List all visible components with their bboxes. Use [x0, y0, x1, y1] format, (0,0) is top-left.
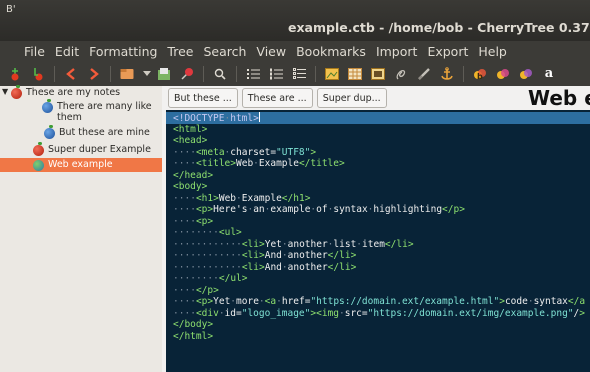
text-a-icon[interactable]: a — [542, 67, 556, 81]
export-icon[interactable] — [157, 67, 171, 81]
tree-node-these-are-mine[interactable]: But these are mine — [44, 125, 150, 139]
code-line: <body> — [173, 181, 208, 192]
toolbar: b a — [0, 61, 590, 86]
globe-icon — [33, 160, 44, 171]
numbered-list-icon[interactable] — [269, 67, 283, 81]
dropdown-icon[interactable] — [143, 67, 151, 81]
toolbar-separator — [203, 65, 204, 82]
go-forward-icon[interactable] — [87, 67, 101, 81]
code-line: ············<li>Yet·another·list·item</l… — [173, 238, 414, 250]
toolbar-separator — [463, 65, 464, 82]
breadcrumb: But these ... These are ... Super dup... — [168, 88, 387, 108]
bold-icon[interactable]: b — [473, 67, 487, 81]
tree-node-label: But these are mine — [59, 127, 150, 138]
tree-node-web-example[interactable]: Web example — [0, 158, 162, 172]
tree-node-label: These are my notes — [26, 87, 121, 98]
title-bar: B' example.ctb - /home/bob - CherryTree … — [0, 0, 590, 41]
insert-file-icon[interactable] — [394, 67, 408, 81]
breadcrumb-button[interactable]: But these ... — [168, 88, 238, 108]
bulleted-list-icon[interactable] — [246, 67, 260, 81]
menu-help[interactable]: Help — [478, 44, 507, 59]
breadcrumb-button[interactable]: Super dup... — [316, 88, 387, 108]
todo-list-icon[interactable] — [292, 67, 306, 81]
code-line: ····<p> — [173, 215, 214, 227]
tree-node-label-line1: There are many like — [57, 101, 152, 112]
menu-file[interactable]: File — [24, 44, 45, 59]
tree-node-label: Super duper Example — [48, 144, 151, 155]
code-line: ············<li>And·another</li> — [173, 261, 357, 273]
tree-node-label: There are many like them — [57, 101, 152, 123]
menu-tree[interactable]: Tree — [167, 44, 193, 59]
window-title: example.ctb - /home/bob - CherryTree 0.3… — [288, 20, 590, 35]
code-line: </html> — [173, 330, 214, 342]
add-node-icon[interactable] — [8, 67, 22, 81]
tree-node-label: Web example — [48, 159, 113, 170]
code-line: ····<meta·charset="UTF8"> — [173, 146, 317, 158]
insert-link-icon[interactable] — [417, 67, 431, 81]
insert-codebox-icon[interactable] — [371, 67, 385, 81]
code-line: </head> — [173, 169, 214, 181]
menu-export[interactable]: Export — [427, 44, 468, 59]
menu-bookmarks[interactable]: Bookmarks — [296, 44, 366, 59]
toolbar-separator — [236, 65, 237, 82]
node-title: Web e — [528, 86, 590, 110]
code-line: <!DOCTYPE·html> — [166, 112, 590, 124]
menu-import[interactable]: Import — [376, 44, 418, 59]
code-line: ····</p> — [173, 284, 219, 296]
save-icon[interactable] — [120, 67, 134, 81]
code-line: ····<p>Here's·an·example·of·syntax·highl… — [173, 204, 465, 215]
menu-bar: File Edit Formatting Tree Search View Bo… — [0, 41, 590, 61]
code-line: ····<div·id="logo_image"><img·src="https… — [173, 307, 585, 319]
tree-node-super-duper[interactable]: Super duper Example — [33, 142, 151, 156]
svg-text:b: b — [477, 72, 483, 81]
code-line: ············<li>And·another</li> — [173, 250, 357, 261]
italic-icon[interactable] — [496, 67, 510, 81]
code-editor[interactable]: <!DOCTYPE·html> <html> <head> ····<meta·cha… — [166, 110, 590, 372]
toolbar-separator — [54, 65, 55, 82]
code-line: ····<title>Web·Example</title> — [173, 158, 345, 169]
add-subnode-icon[interactable] — [31, 67, 45, 81]
code-line: ········<ul> — [173, 227, 242, 238]
code-line: ····<h1>Web·Example</h1> — [173, 192, 311, 204]
go-back-icon[interactable] — [64, 67, 78, 81]
code-line: ····<p>Yet·more·<a·href="https://domain.… — [173, 296, 586, 307]
menu-formatting[interactable]: Formatting — [89, 44, 157, 59]
text-cursor — [258, 112, 260, 122]
menu-view[interactable]: View — [256, 44, 286, 59]
code-line: </body> — [173, 319, 214, 330]
code-line: <html> — [173, 123, 208, 135]
menu-search[interactable]: Search — [203, 44, 246, 59]
tree-node-my-notes[interactable]: ▼ These are my notes — [2, 85, 121, 99]
find-icon[interactable] — [213, 67, 227, 81]
cherry-red-icon — [11, 85, 22, 99]
pin-icon[interactable] — [180, 67, 194, 81]
expander-down-icon[interactable]: ▼ — [2, 87, 10, 96]
toolbar-separator — [315, 65, 316, 82]
tree-node-many-like-them[interactable]: There are many like them — [42, 99, 152, 123]
insert-anchor-icon[interactable] — [440, 66, 454, 81]
breadcrumb-button[interactable]: These are ... — [241, 88, 313, 108]
cherry-red-icon — [33, 142, 44, 156]
tree-pane: ▼ These are my notes There are many like… — [0, 85, 162, 372]
toolbar-separator — [110, 65, 111, 82]
code-line: <head> — [173, 135, 208, 146]
underline-icon[interactable] — [519, 67, 533, 81]
code-line: ········</ul> — [173, 273, 248, 284]
insert-image-icon[interactable] — [325, 67, 339, 81]
cherry-blue-icon — [44, 125, 55, 139]
cherry-blue-icon — [42, 99, 53, 113]
menu-edit[interactable]: Edit — [55, 44, 79, 59]
tree-node-label-line2: them — [57, 112, 82, 123]
insert-table-icon[interactable] — [348, 67, 362, 81]
window-corner-label: B' — [6, 4, 16, 15]
